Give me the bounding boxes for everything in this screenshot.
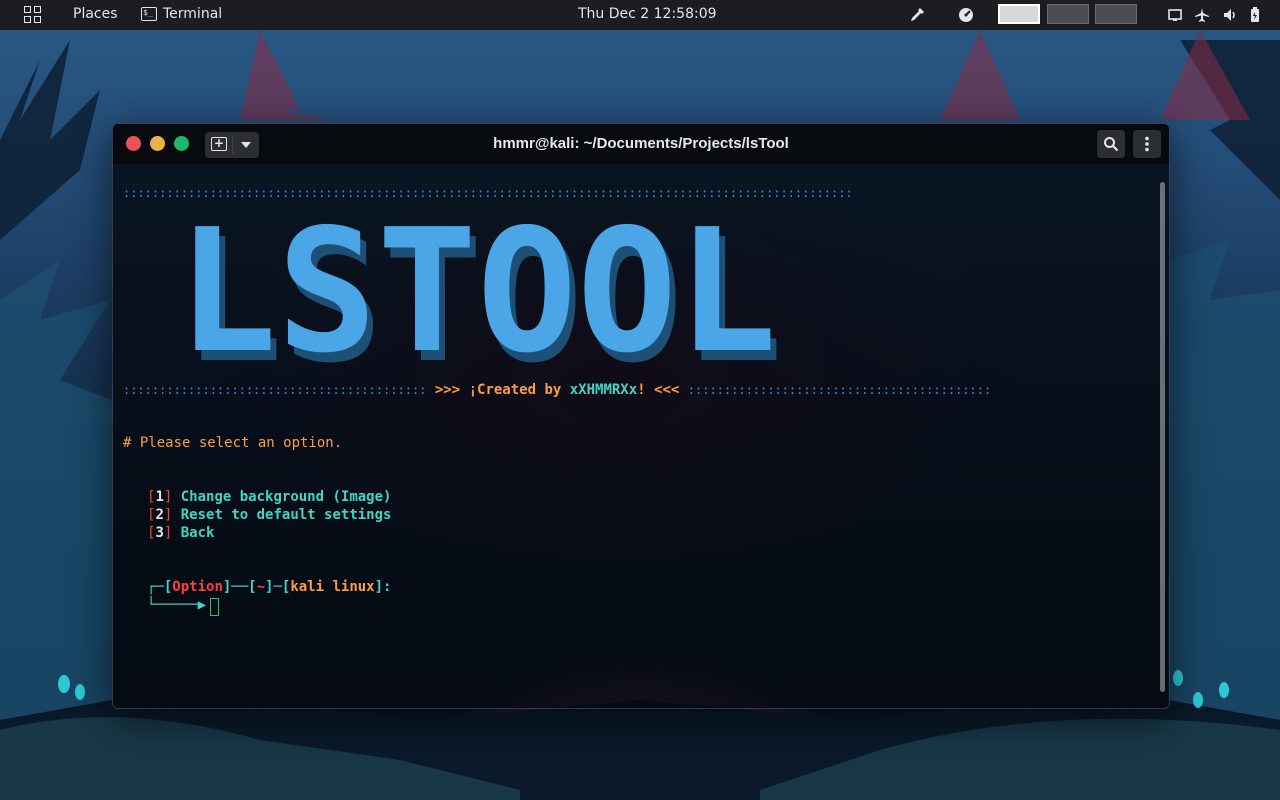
credit-close: ! <<<: [637, 382, 680, 398]
credit-open: >>> ¡Created by: [434, 382, 570, 398]
speedometer-icon[interactable]: [954, 0, 978, 30]
credit-dots-right: ::::::::::::::::::::::::::::::::::::::::…: [687, 383, 992, 397]
color-picker-icon[interactable]: [906, 0, 928, 30]
lstool-banner: LSTOOL LSTOOL: [177, 214, 783, 364]
credit-dots-left: ::::::::::::::::::::::::::::::::::::::::…: [123, 383, 427, 397]
credit-author: xXHMMRXx: [569, 382, 638, 398]
prompt-arrow: └─────▶: [147, 597, 207, 613]
volume-icon[interactable]: [1220, 0, 1240, 30]
separator-top: ::::::::::::::::::::::::::::::::::::::::…: [123, 186, 853, 200]
search-icon: [1104, 137, 1119, 152]
terminal-output[interactable]: ::::::::::::::::::::::::::::::::::::::::…: [113, 164, 1169, 708]
search-button[interactable]: [1097, 130, 1125, 158]
window-titlebar[interactable]: + hmmr@kali: ~/Documents/Projects/lsTool: [113, 124, 1169, 164]
menu-item: [2] Reset to default settings: [147, 507, 392, 523]
prompt-text: # Please select an option.: [123, 435, 343, 451]
menu-button[interactable]: [1133, 130, 1161, 158]
app-menu-terminal[interactable]: $_ Terminal: [141, 6, 222, 22]
workspace-2[interactable]: [1047, 4, 1089, 24]
workspace-3[interactable]: [1095, 4, 1137, 24]
screen-icon[interactable]: [1166, 0, 1184, 30]
top-panel: Places $_ Terminal Thu Dec 2 12:58:09: [0, 0, 1280, 30]
kebab-menu-icon: [1145, 136, 1149, 152]
battery-icon[interactable]: [1246, 0, 1264, 30]
terminal-icon: $_: [141, 7, 157, 21]
credit-line: ::::::::::::::::::::::::::::::::::::::::…: [123, 382, 991, 398]
airplane-icon[interactable]: [1192, 0, 1212, 30]
menu-item: [3] Back: [147, 525, 215, 541]
grid-icon[interactable]: [24, 6, 42, 24]
workspace-1[interactable]: [998, 4, 1040, 24]
terminal-window: + hmmr@kali: ~/Documents/Projects/lsTool…: [112, 123, 1170, 709]
text-cursor[interactable]: [210, 598, 219, 616]
banner-text: LSTOOL: [177, 214, 777, 364]
clock[interactable]: Thu Dec 2 12:58:09: [578, 6, 717, 22]
menu-item: [1] Change background (Image): [147, 489, 392, 505]
app-menu-label: Terminal: [163, 6, 223, 22]
window-title: hmmr@kali: ~/Documents/Projects/lsTool: [493, 135, 789, 152]
scrollbar[interactable]: [1160, 182, 1165, 692]
shell-prompt: ┌─[Option]──[~]─[kali linux]:: [147, 579, 392, 595]
places-menu[interactable]: Places: [73, 6, 118, 22]
